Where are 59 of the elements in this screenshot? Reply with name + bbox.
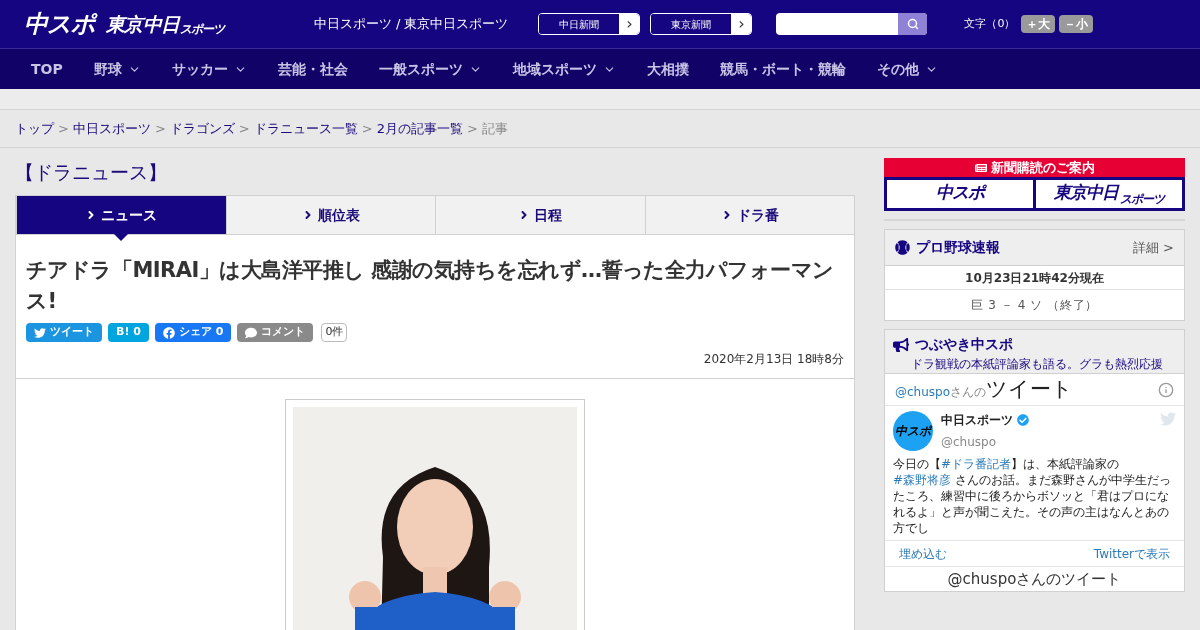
info-icon[interactable]: [1158, 381, 1174, 398]
breadcrumb-separator: >: [361, 119, 373, 138]
nav-item[interactable]: その他: [876, 58, 938, 80]
section-title: 【ドラニュース】: [15, 160, 168, 185]
breadcrumb-separator: >: [58, 119, 69, 138]
nav-item[interactable]: サッカー: [171, 58, 247, 80]
section-tab[interactable]: 日程: [435, 196, 645, 234]
game-score: 巨 3 － 4 ソ （終了）: [970, 297, 1099, 314]
hashtag-link[interactable]: #ドラ番記者: [941, 457, 1012, 471]
search-field[interactable]: [776, 13, 928, 35]
timeline-footer[interactable]: @chuspoさんのツイート: [885, 567, 1184, 591]
avatar-logo[interactable]: 中スポ: [893, 411, 933, 451]
breadcrumb-separator: >: [238, 119, 250, 138]
embed-link[interactable]: 埋め込む: [899, 544, 947, 563]
panel-subtitle: ドラ観戦の本紙評論家も語る。グラも熱烈応援: [911, 356, 1164, 373]
breadcrumb-link[interactable]: ドラニュース一覧: [253, 118, 358, 139]
view-on-twitter-link[interactable]: Twitterで表示: [1093, 544, 1170, 563]
breadcrumb-current: 記事: [481, 119, 508, 138]
breadcrumb-link[interactable]: 中日スポーツ: [72, 118, 151, 139]
detail-link[interactable]: 詳細 >: [1132, 237, 1174, 258]
comment-count: 0件: [321, 323, 348, 342]
timeline-heading: @chuspoさんのツイート: [895, 375, 1074, 403]
breadcrumb-separator: >: [154, 119, 166, 138]
tweet-handle[interactable]: @chuspo: [941, 435, 997, 449]
speech-bubble-icon: [245, 326, 258, 339]
panel-title: プロ野球速報: [916, 238, 1000, 257]
newspaper-link[interactable]: 東京新聞 ›: [650, 13, 753, 35]
nav-item[interactable]: 競馬・ボート・競輪: [719, 58, 846, 80]
newspaper-link[interactable]: 中日新聞 ›: [538, 13, 641, 35]
breadcrumb-link[interactable]: ドラゴンズ: [169, 118, 235, 139]
breadcrumb-link[interactable]: 2月の記事一覧: [376, 118, 463, 139]
facebook-share-button[interactable]: シェア 0: [154, 323, 232, 342]
twitter-icon: [34, 326, 46, 339]
facebook-icon: [162, 326, 175, 339]
subscribe-title: 新聞購読のご案内: [990, 158, 1095, 177]
nav-item[interactable]: 野球: [93, 58, 141, 80]
tweet-text: 今日の【#ドラ番記者】は、本紙評論家の #森野将彦 さんのお話。まだ森野さんが中学生だったころ、練習中に後ろからボソッと「君はプロになれるよ」と声が聞こえた。その声の主はなんとあの方でし: [893, 456, 1172, 536]
nav-item[interactable]: 一般スポーツ: [378, 58, 482, 80]
breadcrumb-separator: >: [466, 119, 478, 138]
nav-item[interactable]: 芸能・社会: [277, 58, 348, 80]
newspaper-logo[interactable]: 中スポ: [887, 180, 1033, 208]
font-size-label: 文字（0）: [964, 15, 1016, 32]
article-headline: チアドラ「MIRAI」は大島洋平推し 感謝の気持ちを忘れず…誓った全力パフォーマンス!: [26, 257, 835, 315]
hashtag-link[interactable]: #森野将彦: [893, 473, 952, 487]
section-tab[interactable]: ドラ番: [644, 196, 854, 234]
update-time: 10月23日21時42分現在: [885, 266, 1184, 290]
megaphone-icon: [893, 336, 909, 353]
nav-item[interactable]: TOP: [31, 58, 63, 80]
tweet-author[interactable]: 中日スポーツ: [941, 411, 1013, 429]
search-icon[interactable]: [898, 13, 928, 35]
baseball-icon: [895, 240, 910, 255]
section-tab[interactable]: 順位表: [225, 196, 435, 234]
nav-item[interactable]: 地域スポーツ: [512, 58, 616, 80]
article-date: 2020年2月13日 18時8分: [702, 351, 844, 368]
site-logo[interactable]: 中スポ: [24, 6, 95, 42]
breadcrumb-link[interactable]: トップ: [15, 118, 54, 139]
panel-title: つぶやき中スポ: [915, 335, 1013, 354]
site-title: 中日スポーツ / 東京中日スポーツ: [313, 15, 509, 34]
nav-item[interactable]: 大相撲: [646, 58, 689, 80]
